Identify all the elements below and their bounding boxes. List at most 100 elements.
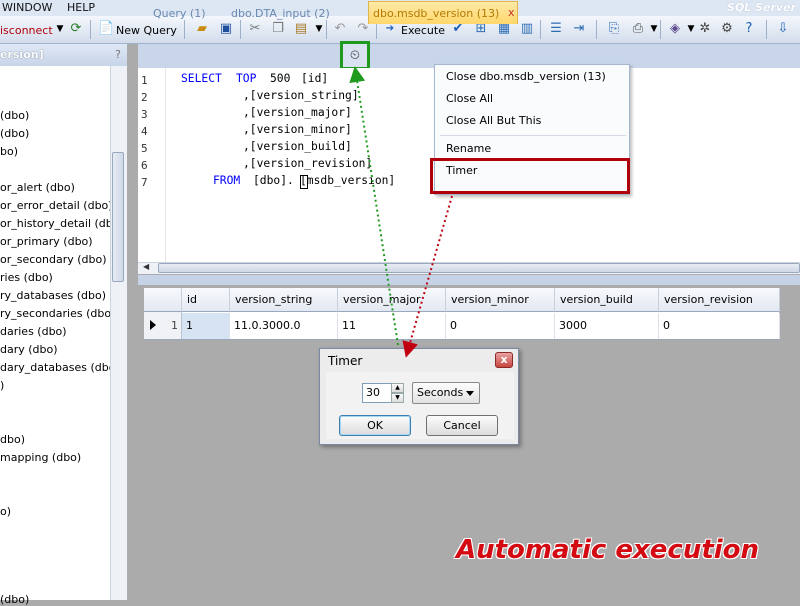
editor-scroll-thumb[interactable] bbox=[158, 263, 800, 273]
copy-icon[interactable]: ❐ bbox=[270, 21, 286, 37]
ok-button[interactable]: OK bbox=[339, 415, 411, 436]
tab-msdb-version-label: dbo.msdb_version (13) bbox=[373, 7, 500, 20]
new-query-button[interactable]: New Query bbox=[116, 24, 177, 37]
open-folder-icon[interactable]: ▰ bbox=[194, 21, 210, 37]
comment-lines-icon[interactable]: ☰ bbox=[548, 21, 564, 37]
settings-gear-icon[interactable]: ⚙ bbox=[719, 21, 735, 37]
download-icon[interactable]: ⇩ bbox=[775, 21, 791, 37]
app-brand: SQL Server bbox=[727, 1, 796, 14]
line-number: 3 bbox=[141, 108, 148, 121]
grid-header-version-major[interactable]: version_major bbox=[338, 288, 446, 312]
sql-top-count: 500 bbox=[270, 72, 291, 85]
menu-item-close-all-but-this[interactable]: Close All But This bbox=[446, 114, 541, 127]
indent-icon[interactable]: ⇥ bbox=[571, 21, 587, 37]
grid-cell-version-major[interactable]: 11 bbox=[338, 313, 446, 339]
tree-item[interactable]: o) bbox=[0, 505, 11, 518]
sql-schema: [dbo]. bbox=[253, 174, 294, 187]
tree-item[interactable]: mapping (dbo) bbox=[0, 451, 81, 464]
menu-item-rename[interactable]: Rename bbox=[446, 142, 491, 155]
refresh-icon[interactable]: ⟳ bbox=[68, 21, 84, 37]
line-number: 6 bbox=[141, 159, 148, 172]
grid-header-version-build[interactable]: version_build bbox=[555, 288, 659, 312]
grid-cell-version-minor[interactable]: 0 bbox=[446, 313, 555, 339]
grid-cell-version-string[interactable]: 11.0.3000.0 bbox=[230, 313, 338, 339]
save-icon[interactable]: ▣ bbox=[218, 21, 234, 37]
tools-icon[interactable]: ✲ bbox=[697, 21, 713, 37]
tree-item[interactable]: or_primary (dbo) bbox=[0, 235, 93, 248]
menu-item-close-all[interactable]: Close All bbox=[446, 92, 493, 105]
timer-menu-highlight bbox=[430, 158, 630, 194]
cut-icon[interactable]: ✂ bbox=[247, 21, 263, 37]
grid-header-version-string[interactable]: version_string bbox=[230, 288, 338, 312]
help-icon[interactable]: ? bbox=[741, 21, 757, 37]
sql-column: ,[version_string] bbox=[243, 89, 359, 102]
tree-item[interactable]: (dbo) bbox=[0, 127, 29, 140]
dialog-close-icon[interactable]: x bbox=[495, 352, 513, 368]
tree-item[interactable]: dary_databases (dbo) bbox=[0, 361, 120, 374]
sql-keyword-from: FROM bbox=[213, 174, 241, 187]
menu-separator bbox=[440, 135, 626, 136]
grid-header-version-minor[interactable]: version_minor bbox=[446, 288, 555, 312]
connections-icon[interactable]: ◈ bbox=[667, 21, 683, 37]
tree-item[interactable]: dbo) bbox=[0, 433, 25, 446]
tree-item[interactable]: (dbo) bbox=[0, 109, 29, 122]
tree-item[interactable]: or_error_detail (dbo) bbox=[0, 199, 113, 212]
undo-icon[interactable]: ↶ bbox=[332, 21, 348, 37]
timer-clock-icon[interactable]: ⏲ bbox=[347, 48, 363, 64]
current-row-arrow-icon bbox=[150, 320, 156, 330]
tree-item[interactable]: ry_databases (dbo) bbox=[0, 289, 106, 302]
menu-help[interactable]: HELP bbox=[67, 1, 95, 14]
explorer-title: ersion] bbox=[0, 48, 44, 61]
text-cursor bbox=[300, 175, 308, 189]
paste-icon[interactable]: ▤ bbox=[293, 21, 309, 37]
print-icon[interactable]: ⎙ bbox=[630, 21, 646, 37]
tab-close-icon[interactable]: x bbox=[508, 6, 515, 19]
explorer-scrollbar[interactable] bbox=[110, 66, 127, 600]
toolbar-separator bbox=[766, 20, 767, 39]
tree-item[interactable]: or_alert (dbo) bbox=[0, 181, 75, 194]
line-number: 5 bbox=[141, 142, 148, 155]
timer-interval-input[interactable]: 30 bbox=[362, 383, 392, 403]
results-grid-icon[interactable]: ▥ bbox=[519, 21, 535, 37]
grid-header-id[interactable]: id bbox=[182, 288, 230, 312]
tree-item[interactable]: or_secondary (dbo) bbox=[0, 253, 107, 266]
toolbar-separator bbox=[90, 20, 91, 39]
chevron-down-icon bbox=[466, 391, 474, 396]
cancel-button[interactable]: Cancel bbox=[426, 415, 498, 436]
copy-database-icon[interactable]: ⎘ bbox=[606, 21, 622, 37]
spin-up-icon[interactable]: ▲ bbox=[391, 383, 404, 393]
execute-button[interactable]: Execute bbox=[401, 24, 445, 37]
tree-item[interactable]: bo) bbox=[0, 145, 18, 158]
grid-cell-version-revision[interactable]: 0 bbox=[659, 313, 780, 339]
grid-cell-version-build[interactable]: 3000 bbox=[555, 313, 659, 339]
tree-item[interactable]: ry_secondaries (dbo) bbox=[0, 307, 115, 320]
grid-cell-id[interactable]: 1 bbox=[182, 313, 230, 339]
paste-dropdown-icon[interactable]: ▼ bbox=[311, 21, 327, 37]
sql-table: [msdb_version] bbox=[300, 174, 396, 187]
spin-down-icon[interactable]: ▼ bbox=[391, 393, 404, 403]
tab-dta-input[interactable]: dbo.DTA_input (2) bbox=[231, 7, 330, 20]
line-number: 2 bbox=[141, 91, 148, 104]
dialog-title: Timer bbox=[328, 354, 363, 368]
tree-item[interactable]: ries (dbo) bbox=[0, 271, 53, 284]
toolbar-separator bbox=[184, 20, 185, 39]
disconnect-button[interactable]: isconnect bbox=[0, 24, 53, 37]
grid-header-version-revision[interactable]: version_revision bbox=[659, 288, 780, 312]
line-number: 1 bbox=[141, 74, 148, 87]
tree-item[interactable]: ) bbox=[0, 379, 4, 392]
tab-query-1[interactable]: Query (1) bbox=[153, 7, 206, 20]
tree-item[interactable]: or_history_detail (dbo) bbox=[0, 217, 124, 230]
editor-results-splitter[interactable] bbox=[138, 275, 800, 285]
scroll-left-icon[interactable]: ◀ bbox=[143, 262, 149, 271]
explorer-scroll-thumb[interactable] bbox=[112, 152, 124, 282]
explorer-help-icon[interactable]: ? bbox=[115, 48, 121, 61]
dropdown-arrow-icon[interactable]: ▼ bbox=[52, 21, 68, 37]
toolbar-separator bbox=[240, 20, 241, 39]
tree-item[interactable]: dary (dbo) bbox=[0, 343, 58, 356]
menu-window[interactable]: WINDOW bbox=[2, 1, 52, 14]
toolbar-separator bbox=[540, 20, 541, 39]
explorer-header: ersion] ? bbox=[0, 44, 127, 66]
toolbar-separator bbox=[596, 20, 597, 39]
tree-item[interactable]: daries (dbo) bbox=[0, 325, 67, 338]
menu-item-close-tab[interactable]: Close dbo.msdb_version (13) bbox=[446, 70, 606, 83]
